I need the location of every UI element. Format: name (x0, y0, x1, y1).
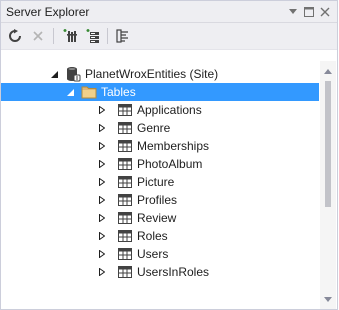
table-icon (117, 138, 133, 154)
table-label: Profiles (137, 193, 178, 207)
collapse-arrow-icon[interactable] (49, 69, 59, 79)
tree-node-table[interactable]: Users (1, 245, 319, 263)
expand-arrow-icon[interactable] (97, 231, 107, 241)
tree-node-table[interactable]: Genre (1, 119, 319, 137)
tree-node-table[interactable]: Roles (1, 227, 319, 245)
tree-node-table[interactable]: Profiles (1, 191, 319, 209)
cancel-icon (33, 31, 43, 41)
connect-server-icon (86, 29, 99, 43)
root-node-label: PlanetWroxEntities (Site) (85, 67, 219, 81)
server-explorer-panel: Server Explorer PlanetWroxEntities (Site… (0, 0, 338, 310)
collapse-arrow-icon[interactable] (65, 87, 75, 97)
connect-to-database-button[interactable] (59, 26, 79, 46)
table-icon (117, 102, 133, 118)
properties-button[interactable] (113, 26, 133, 46)
expand-arrow-icon[interactable] (97, 249, 107, 259)
expand-arrow-icon[interactable] (97, 177, 107, 187)
tree-node-table[interactable]: Memberships (1, 137, 319, 155)
close-icon[interactable] (319, 6, 331, 18)
tree-node-table[interactable]: Applications (1, 101, 319, 119)
expand-arrow-icon[interactable] (97, 123, 107, 133)
panel-titlebar[interactable]: Server Explorer (1, 1, 337, 23)
stop-refresh-button[interactable] (28, 26, 48, 46)
table-icon (117, 174, 133, 190)
server-tree: PlanetWroxEntities (Site) Tables Applica… (1, 61, 319, 309)
vertical-scrollbar[interactable] (320, 61, 336, 309)
table-label: UsersInRoles (137, 265, 210, 279)
tree-node-table[interactable]: PhotoAlbum (1, 155, 319, 173)
table-label: PhotoAlbum (137, 157, 203, 171)
database-connection-icon (65, 66, 81, 82)
tree-node-tables[interactable]: Tables (1, 83, 319, 101)
panel-title: Server Explorer (6, 4, 90, 19)
table-icon (117, 264, 133, 280)
scroll-down-arrow-icon[interactable] (320, 291, 336, 307)
expand-arrow-icon[interactable] (97, 213, 107, 223)
tree-node-root[interactable]: PlanetWroxEntities (Site) (1, 65, 319, 83)
toolbar (1, 23, 337, 50)
expand-arrow-icon[interactable] (97, 159, 107, 169)
properties-icon (116, 29, 128, 43)
tree-node-table[interactable]: Picture (1, 173, 319, 191)
dropdown-icon[interactable] (287, 6, 299, 18)
expand-arrow-icon[interactable] (97, 141, 107, 151)
scroll-thumb[interactable] (325, 81, 331, 207)
tree-node-table[interactable]: Review (1, 209, 319, 227)
table-label: Users (137, 247, 169, 261)
maximize-icon[interactable] (303, 6, 315, 18)
title-controls (287, 6, 337, 18)
tree-node-table[interactable]: UsersInRoles (1, 263, 319, 281)
scroll-up-arrow-icon[interactable] (320, 63, 336, 79)
table-icon (117, 210, 133, 226)
tables-folder-label: Tables (101, 85, 136, 99)
toolbar-separator (53, 28, 54, 44)
table-icon (117, 246, 133, 262)
folder-icon (81, 84, 97, 100)
refresh-button[interactable] (5, 26, 25, 46)
table-icon (117, 228, 133, 244)
table-label: Picture (137, 175, 175, 189)
table-icon (117, 156, 133, 172)
expand-arrow-icon[interactable] (97, 105, 107, 115)
table-label: Applications (137, 103, 202, 117)
refresh-icon (9, 29, 21, 42)
expand-arrow-icon[interactable] (97, 195, 107, 205)
table-icon (117, 120, 133, 136)
table-label: Review (137, 211, 177, 225)
toolbar-separator (107, 28, 108, 44)
table-label: Genre (137, 121, 171, 135)
connect-to-server-button[interactable] (82, 26, 102, 46)
connect-database-icon (63, 29, 77, 42)
table-label: Roles (137, 229, 168, 243)
expand-arrow-icon[interactable] (97, 267, 107, 277)
table-label: Memberships (137, 139, 210, 153)
table-icon (117, 192, 133, 208)
